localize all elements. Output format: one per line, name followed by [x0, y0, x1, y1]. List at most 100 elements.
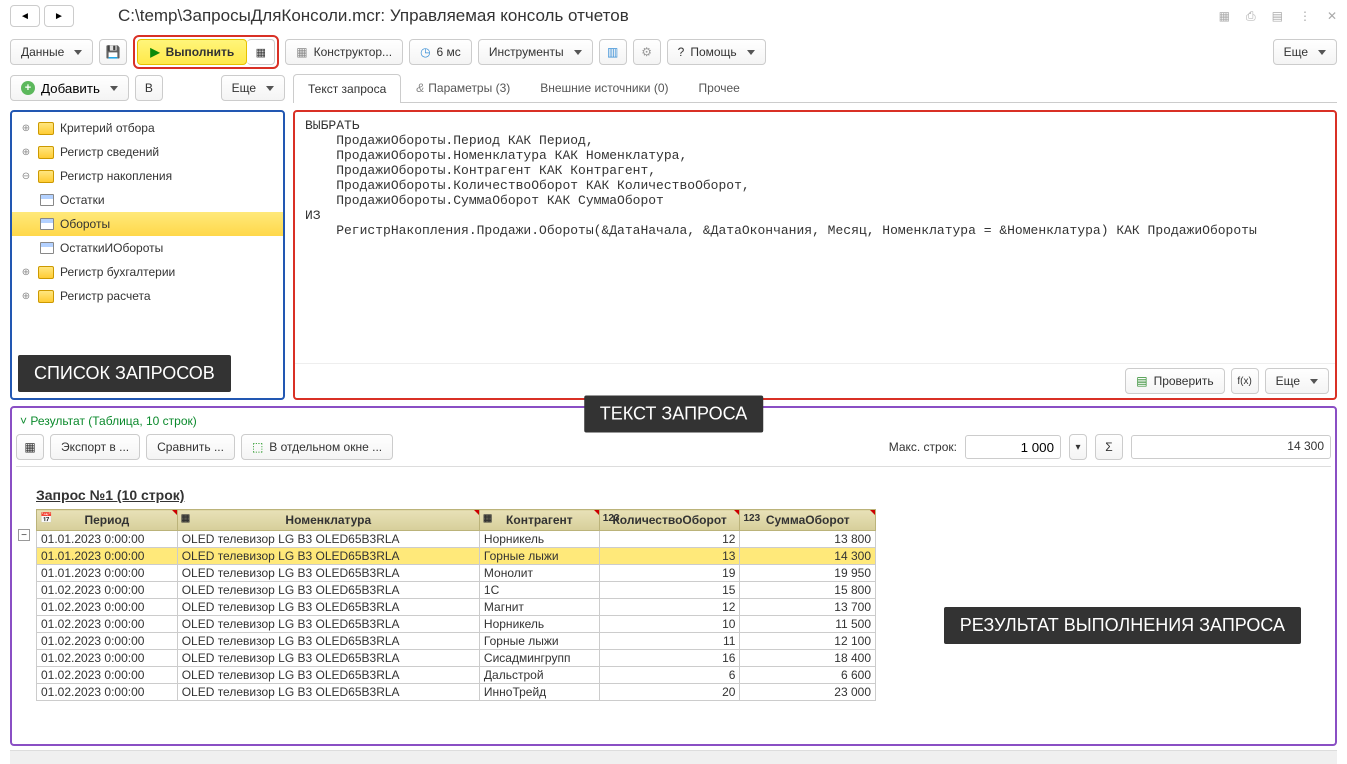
execute-button[interactable]: ▶ Выполнить [137, 39, 247, 65]
table-cell[interactable]: 12 [599, 531, 740, 548]
table-cell[interactable]: 01.02.2023 0:00:00 [37, 599, 178, 616]
table-cell[interactable]: OLED телевизор LG B3 OLED65B3RLA [177, 633, 479, 650]
table-cell[interactable]: 11 500 [740, 616, 876, 633]
grid-mode-button[interactable]: ▦ [16, 434, 44, 460]
table-cell[interactable]: 15 800 [740, 582, 876, 599]
tree-item[interactable]: ⊕ Регистр бухгалтерии [12, 260, 283, 284]
table-cell[interactable]: OLED телевизор LG B3 OLED65B3RLA [177, 582, 479, 599]
tree-item[interactable]: ⊕ Критерий отбора [12, 116, 283, 140]
expand-icon[interactable]: ⊕ [20, 123, 32, 134]
table-cell[interactable]: 01.01.2023 0:00:00 [37, 565, 178, 582]
column-header[interactable]: ▦Контрагент [479, 510, 599, 531]
table-cell[interactable]: 14 300 [740, 548, 876, 565]
table-cell[interactable]: OLED телевизор LG B3 OLED65B3RLA [177, 684, 479, 701]
table-cell[interactable]: OLED телевизор LG B3 OLED65B3RLA [177, 599, 479, 616]
table-cell[interactable]: Норникель [479, 531, 599, 548]
table-cell[interactable]: 15 [599, 582, 740, 599]
compare-button[interactable]: Сравнить ... [146, 434, 235, 460]
table-cell[interactable]: 12 100 [740, 633, 876, 650]
table-cell[interactable]: 12 [599, 599, 740, 616]
table-cell[interactable]: Горные лыжи [479, 548, 599, 565]
save-icon[interactable]: ▦ [1219, 9, 1230, 23]
help-button[interactable]: ?Помощь [667, 39, 766, 65]
tree-subitem[interactable]: ОстаткиИОбороты [12, 236, 283, 260]
table-cell[interactable]: OLED телевизор LG B3 OLED65B3RLA [177, 650, 479, 667]
constructor-button[interactable]: ▦Конструктор... [285, 39, 403, 65]
table-row[interactable]: 01.02.2023 0:00:00OLED телевизор LG B3 O… [37, 599, 876, 616]
table-cell[interactable]: 01.01.2023 0:00:00 [37, 548, 178, 565]
table-cell[interactable]: 13 [599, 548, 740, 565]
table-cell[interactable]: OLED телевизор LG B3 OLED65B3RLA [177, 667, 479, 684]
results-grid-container[interactable]: − Запрос №1 (10 строк) 📅Период▦Номенклат… [16, 466, 1331, 740]
execute-options-button[interactable]: ▦ [247, 39, 275, 65]
back-button[interactable]: ◄ [10, 5, 40, 27]
close-icon[interactable]: ✕ [1327, 9, 1337, 23]
table-cell[interactable]: 13 800 [740, 531, 876, 548]
print-icon[interactable]: ⎙ [1246, 9, 1256, 24]
table-row[interactable]: 01.02.2023 0:00:00OLED телевизор LG B3 O… [37, 667, 876, 684]
horizontal-scrollbar[interactable] [10, 750, 1337, 764]
table-cell[interactable]: 01.02.2023 0:00:00 [37, 667, 178, 684]
table-cell[interactable]: Монолит [479, 565, 599, 582]
table-cell[interactable]: 19 [599, 565, 740, 582]
table-row[interactable]: 01.02.2023 0:00:00OLED телевизор LG B3 O… [37, 650, 876, 667]
new-window-button[interactable]: ⬚В отдельном окне ... [241, 434, 393, 460]
table-cell[interactable]: 19 950 [740, 565, 876, 582]
table-cell[interactable]: Горные лыжи [479, 633, 599, 650]
table-cell[interactable]: 6 600 [740, 667, 876, 684]
menu-icon[interactable]: ⋮ [1299, 9, 1311, 23]
table-cell[interactable]: 01.02.2023 0:00:00 [37, 582, 178, 599]
max-rows-input[interactable] [965, 435, 1061, 459]
forward-button[interactable]: ► [44, 5, 74, 27]
tree-item[interactable]: ⊕ Регистр сведений [12, 140, 283, 164]
table-cell[interactable]: Дальстрой [479, 667, 599, 684]
table-cell[interactable]: 23 000 [740, 684, 876, 701]
tab-other[interactable]: Прочее [684, 73, 755, 102]
table-row[interactable]: 01.01.2023 0:00:00OLED телевизор LG B3 O… [37, 531, 876, 548]
data-button[interactable]: Данные [10, 39, 93, 65]
b-button[interactable]: В [135, 75, 163, 101]
tree-item[interactable]: ⊖ Регистр накопления [12, 164, 283, 188]
column-header[interactable]: 123СуммаОборот [740, 510, 876, 531]
expand-icon[interactable]: ⊕ [20, 267, 32, 278]
column-header[interactable]: ▦Номенклатура [177, 510, 479, 531]
more-button[interactable]: Еще [1273, 39, 1337, 65]
table-row[interactable]: 01.01.2023 0:00:00OLED телевизор LG B3 O… [37, 565, 876, 582]
table-cell[interactable]: 01.02.2023 0:00:00 [37, 633, 178, 650]
table-row[interactable]: 01.02.2023 0:00:00OLED телевизор LG B3 O… [37, 582, 876, 599]
table-cell[interactable]: 20 [599, 684, 740, 701]
table-cell[interactable]: Магнит [479, 599, 599, 616]
table-cell[interactable]: 18 400 [740, 650, 876, 667]
tab-parameters[interactable]: &Параметры (3) [401, 73, 525, 102]
table-cell[interactable]: 11 [599, 633, 740, 650]
tree-item[interactable]: ⊕ Регистр расчета [12, 284, 283, 308]
table-cell[interactable]: 01.02.2023 0:00:00 [37, 684, 178, 701]
table-cell[interactable]: 6 [599, 667, 740, 684]
table-cell[interactable]: ИнноТрейд [479, 684, 599, 701]
code-more-button[interactable]: Еще [1265, 368, 1329, 394]
expand-icon[interactable]: ⊕ [20, 291, 32, 302]
tree-subitem[interactable]: Остатки [12, 188, 283, 212]
tab-query-text[interactable]: Текст запроса [293, 74, 401, 103]
doc-icon[interactable]: ▤ [1272, 9, 1283, 23]
sum-button[interactable]: Σ [1095, 434, 1123, 460]
expand-icon[interactable]: ⊕ [20, 147, 32, 158]
max-rows-spinner[interactable]: ▾ [1069, 434, 1087, 460]
table-cell[interactable]: 13 700 [740, 599, 876, 616]
toggle-button-1[interactable]: ▥ [599, 39, 627, 65]
table-cell[interactable]: Норникель [479, 616, 599, 633]
column-header[interactable]: 📅Период [37, 510, 178, 531]
check-button[interactable]: ▤Проверить [1125, 368, 1224, 394]
add-button[interactable]: + Добавить [10, 75, 129, 101]
table-row[interactable]: 01.02.2023 0:00:00OLED телевизор LG B3 O… [37, 616, 876, 633]
table-cell[interactable]: 1С [479, 582, 599, 599]
query-code-area[interactable]: ВЫБРАТЬ ПродажиОбороты.Период КАК Период… [295, 112, 1335, 363]
collapse-icon[interactable]: ⊖ [20, 171, 32, 182]
table-cell[interactable]: Сисадмингрупп [479, 650, 599, 667]
table-cell[interactable]: OLED телевизор LG B3 OLED65B3RLA [177, 531, 479, 548]
tree-more-button[interactable]: Еще [221, 75, 285, 101]
tab-external[interactable]: Внешние источники (0) [525, 73, 683, 102]
export-button[interactable]: Экспорт в ... [50, 434, 140, 460]
table-cell[interactable]: 01.02.2023 0:00:00 [37, 650, 178, 667]
collapse-grid-button[interactable]: − [18, 529, 30, 541]
